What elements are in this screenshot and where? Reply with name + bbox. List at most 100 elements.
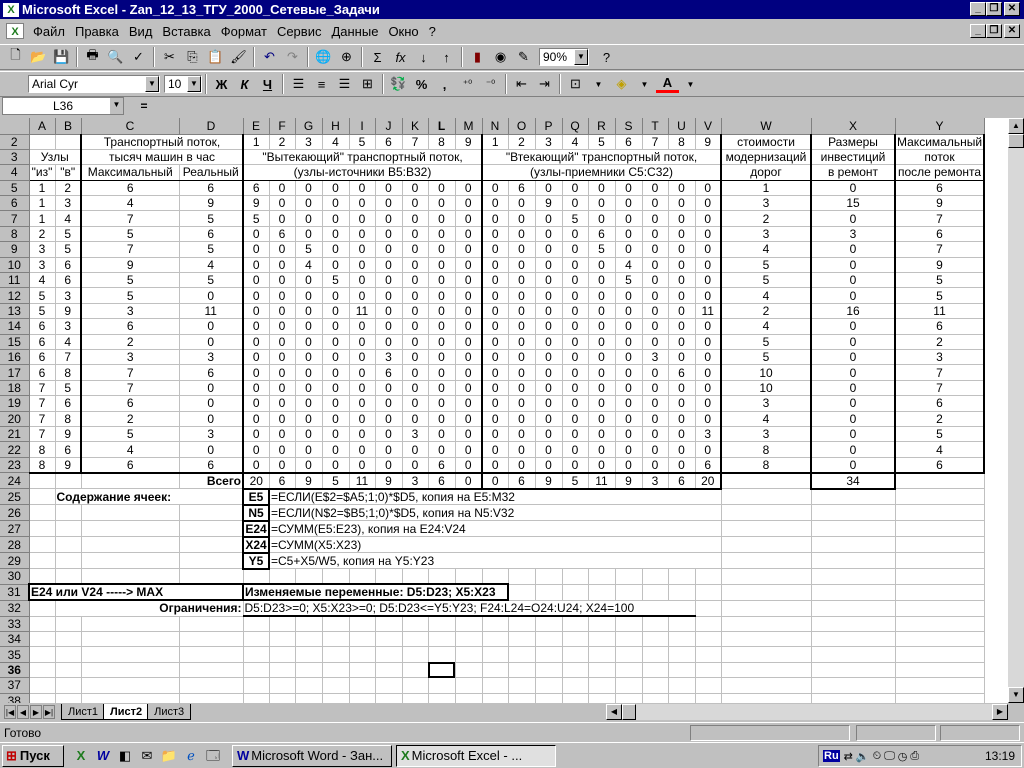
cell[interactable] xyxy=(668,693,696,703)
cell[interactable] xyxy=(243,662,270,679)
cell[interactable] xyxy=(55,520,82,538)
cell[interactable]: 0 xyxy=(482,441,509,458)
cell[interactable] xyxy=(895,600,985,617)
cell[interactable]: Изменяемые переменные: D5:D23; X5:X23 xyxy=(242,583,509,602)
column-header[interactable]: Q xyxy=(562,118,589,135)
cell[interactable]: 0 xyxy=(402,241,429,258)
menu-item-5[interactable]: Сервис xyxy=(272,24,327,39)
cell[interactable]: 5 xyxy=(81,272,180,289)
doc-minimize-button[interactable]: _ xyxy=(970,24,986,38)
cell[interactable]: E5 xyxy=(242,487,270,506)
cell[interactable]: 0 xyxy=(269,303,296,320)
new-icon[interactable]: 🗋 xyxy=(4,46,27,68)
row-header[interactable]: 11 xyxy=(0,272,30,289)
cell[interactable]: 6 xyxy=(81,180,180,197)
cell[interactable]: 0 xyxy=(668,195,696,212)
cell[interactable] xyxy=(721,584,812,601)
cell[interactable]: 0 xyxy=(535,303,563,320)
cell[interactable]: 0 xyxy=(811,426,896,443)
cell[interactable] xyxy=(482,662,509,679)
italic-button[interactable]: К xyxy=(233,73,256,95)
cell[interactable]: 0 xyxy=(269,380,296,397)
cell[interactable]: 0 xyxy=(402,210,429,227)
cell[interactable]: 0 xyxy=(269,241,296,258)
cell[interactable]: X24 xyxy=(242,535,270,554)
cell[interactable]: 4 xyxy=(615,257,643,274)
cell[interactable]: Ограничения: xyxy=(55,600,244,617)
cell[interactable]: 0 xyxy=(642,457,669,474)
decrease-decimal-icon[interactable]: ⁻⁰ xyxy=(479,73,502,95)
cell[interactable]: в ремонт xyxy=(811,164,896,181)
cell[interactable]: 0 xyxy=(668,180,696,197)
cell[interactable] xyxy=(402,631,429,648)
cell[interactable]: 0 xyxy=(402,411,429,427)
cell[interactable]: 0 xyxy=(535,272,563,289)
cell[interactable]: 5 xyxy=(322,272,350,289)
cell[interactable]: 0 xyxy=(322,426,350,443)
cell[interactable]: 0 xyxy=(375,457,403,474)
column-header[interactable]: S xyxy=(615,118,643,135)
column-header[interactable]: C xyxy=(81,118,180,135)
cell[interactable]: 5 xyxy=(29,303,56,320)
cell[interactable]: 0 xyxy=(588,257,616,274)
cell[interactable] xyxy=(721,536,812,554)
cell[interactable] xyxy=(179,677,244,694)
cell[interactable]: 0 xyxy=(295,395,323,412)
cell[interactable] xyxy=(562,631,589,648)
cell[interactable]: 0 xyxy=(482,287,509,304)
cell[interactable]: 0 xyxy=(615,334,643,350)
cell[interactable]: 0 xyxy=(668,287,696,304)
cell[interactable] xyxy=(482,677,509,694)
cell[interactable]: 0 xyxy=(642,411,669,427)
row-header[interactable]: 37 xyxy=(0,677,30,694)
cell[interactable]: 3 xyxy=(375,349,403,366)
cell[interactable] xyxy=(588,631,616,648)
row-header[interactable]: 15 xyxy=(0,334,30,350)
cell[interactable]: 0 xyxy=(455,241,483,258)
cell[interactable] xyxy=(811,693,896,703)
cell[interactable]: 0 xyxy=(695,272,722,289)
start-button[interactable]: ⊞ Пуск xyxy=(2,744,64,767)
cell[interactable]: 0 xyxy=(243,411,270,427)
cell[interactable]: Реальный xyxy=(179,164,244,181)
cell[interactable]: 0 xyxy=(535,318,563,335)
cell[interactable]: 0 xyxy=(349,287,376,304)
cell[interactable]: 0 xyxy=(455,426,483,443)
cell[interactable]: 9 xyxy=(295,472,323,490)
cell[interactable] xyxy=(615,568,643,585)
cell[interactable] xyxy=(482,693,509,703)
cell[interactable]: 0 xyxy=(428,349,456,366)
cell[interactable] xyxy=(295,693,323,703)
cell[interactable] xyxy=(29,631,56,648)
cell[interactable] xyxy=(695,693,722,703)
cell[interactable]: 0 xyxy=(535,334,563,350)
cell[interactable] xyxy=(402,693,429,703)
chevron-down-icon[interactable]: ▼ xyxy=(679,73,702,95)
redo-icon[interactable]: ↷ xyxy=(281,46,304,68)
cell[interactable] xyxy=(55,134,82,150)
cell[interactable] xyxy=(29,646,56,663)
cell[interactable]: 6 xyxy=(29,364,56,381)
cell[interactable]: 0 xyxy=(243,380,270,397)
cell[interactable] xyxy=(642,568,669,585)
cell[interactable] xyxy=(695,631,722,648)
cell[interactable]: 0 xyxy=(695,195,722,212)
cell[interactable] xyxy=(588,646,616,663)
cell[interactable]: 0 xyxy=(562,226,589,243)
cell[interactable] xyxy=(29,662,56,679)
cell[interactable] xyxy=(455,693,483,703)
cell[interactable]: 0 xyxy=(243,457,270,474)
scroll-right-icon[interactable]: ▶ xyxy=(992,704,1008,720)
cell[interactable] xyxy=(508,616,536,632)
cell[interactable] xyxy=(811,584,896,601)
cell[interactable]: 5 xyxy=(721,272,812,289)
cell[interactable]: 4 xyxy=(721,411,812,427)
cell[interactable]: 4 xyxy=(721,318,812,335)
cell[interactable]: 0 xyxy=(269,180,296,197)
cell[interactable]: 0 xyxy=(482,411,509,427)
cell[interactable]: 6 xyxy=(615,134,643,150)
row-header[interactable]: 20 xyxy=(0,411,30,427)
cell[interactable] xyxy=(811,520,896,538)
cell[interactable] xyxy=(695,677,722,694)
cell[interactable]: 9 xyxy=(243,195,270,212)
